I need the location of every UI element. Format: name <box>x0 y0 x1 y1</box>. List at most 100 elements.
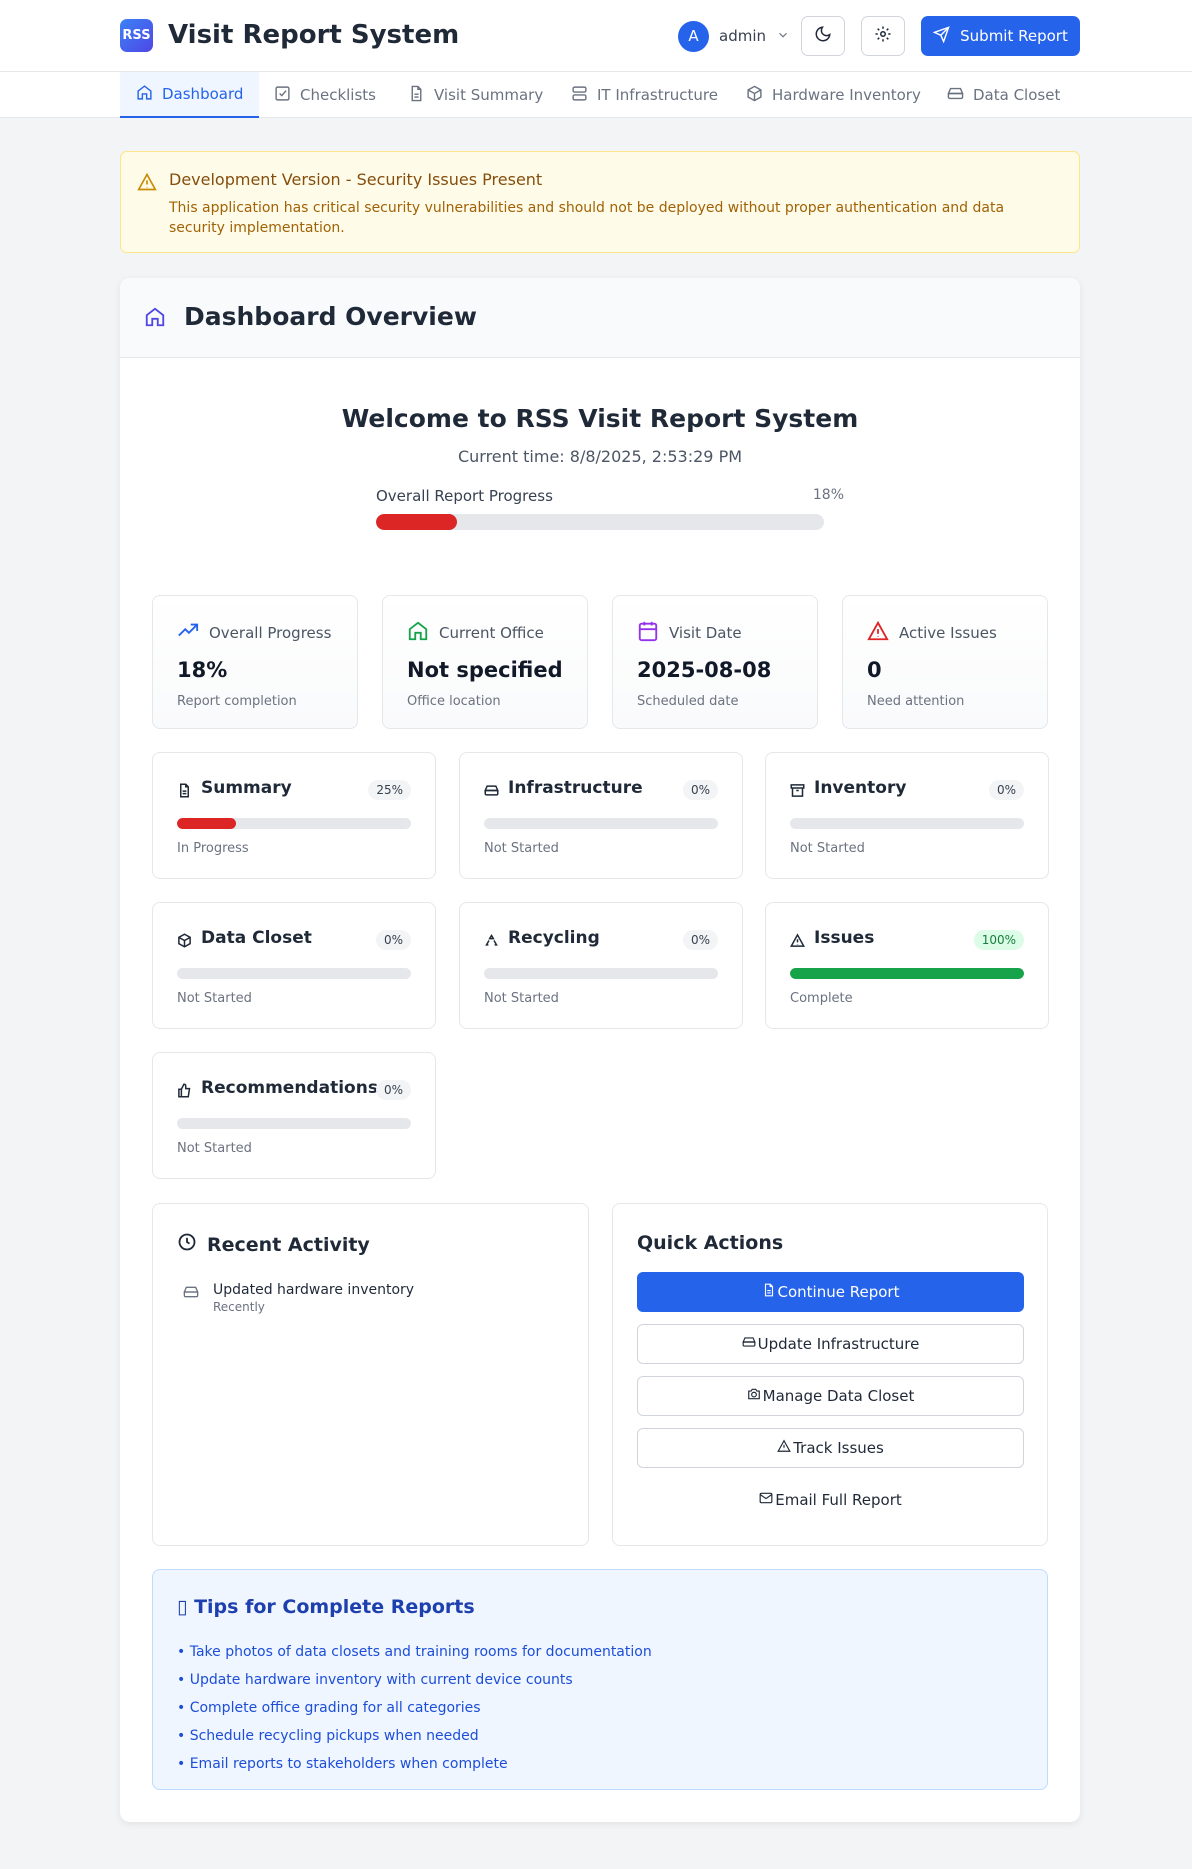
alert-triangle-icon <box>789 933 806 952</box>
page-title: Dashboard Overview <box>184 302 477 331</box>
tab-bar: Dashboard Checklists Visit Summary IT In… <box>0 72 1192 118</box>
section-percent-badge: 100% <box>973 930 1024 950</box>
thumbs-up-icon <box>177 1083 192 1102</box>
tab-data-closet[interactable]: Data Closet <box>931 72 1076 118</box>
overall-progress-percent: 18% <box>812 487 844 503</box>
tab-label: Hardware Inventory <box>772 86 921 104</box>
tab-it-infrastructure[interactable]: IT Infrastructure <box>555 72 734 118</box>
security-warning-alert: Development Version - Security Issues Pr… <box>120 151 1080 253</box>
home-icon <box>407 620 429 646</box>
stat-value: 2025-08-08 <box>637 658 772 682</box>
button-label: Continue Report <box>777 1283 900 1301</box>
section-title: Issues <box>814 928 875 948</box>
username: admin <box>719 27 766 45</box>
section-card-summary[interactable]: Summary 25% In Progress <box>152 752 436 879</box>
list-item: • Take photos of data closets and traini… <box>177 1644 652 1660</box>
stat-value: Not specified <box>407 658 563 682</box>
alert-triangle-icon <box>777 1439 792 1457</box>
document-icon <box>762 1283 776 1301</box>
tab-hardware-inventory[interactable]: Hardware Inventory <box>730 72 937 118</box>
section-title: Data Closet <box>201 928 312 948</box>
current-time: Current time: 8/8/2025, 2:53:29 PM <box>457 447 743 466</box>
recent-activity-panel: Recent Activity Updated hardware invento… <box>152 1203 589 1546</box>
manage-data-closet-button[interactable]: Manage Data Closet <box>637 1376 1024 1416</box>
tab-visit-summary[interactable]: Visit Summary <box>392 72 559 118</box>
list-item: • Complete office grading for all catego… <box>177 1700 481 1716</box>
tab-dashboard[interactable]: Dashboard <box>120 72 260 118</box>
section-title: Infrastructure <box>508 778 643 798</box>
alert-triangle-icon <box>867 620 889 646</box>
calendar-icon <box>637 620 659 646</box>
section-percent-badge: 0% <box>988 780 1024 800</box>
overall-progress-bar <box>376 514 824 530</box>
recycle-icon <box>484 933 499 952</box>
section-title: Recommendations <box>201 1078 378 1098</box>
section-card-recycling[interactable]: Recycling 0% Not Started <box>459 902 743 1029</box>
section-status: Complete <box>790 991 853 1006</box>
clock-icon <box>177 1232 197 1257</box>
home-icon <box>144 306 166 332</box>
submit-report-button[interactable]: Submit Report <box>921 16 1080 56</box>
app-title: Visit Report System <box>168 20 460 50</box>
section-card-issues[interactable]: Issues 100% Complete <box>765 902 1049 1029</box>
section-title: Summary <box>201 778 292 798</box>
gear-icon <box>874 25 892 47</box>
activity-text: Updated hardware inventory <box>213 1282 415 1298</box>
stat-label: Current Office <box>439 624 544 642</box>
tips-panel: ▯ Tips for Complete Reports • Take photo… <box>152 1569 1048 1790</box>
update-infrastructure-button[interactable]: Update Infrastructure <box>637 1324 1024 1364</box>
stat-overall-progress: Overall Progress 18% Report completion <box>152 595 358 729</box>
tab-checklists[interactable]: Checklists <box>258 72 392 118</box>
drive-icon <box>741 1335 756 1353</box>
app-logo: RSS <box>120 19 153 52</box>
section-card-infrastructure[interactable]: Infrastructure 0% Not Started <box>459 752 743 879</box>
section-progress-bar <box>790 968 1024 979</box>
section-percent-badge: 25% <box>368 780 411 800</box>
welcome-heading: Welcome to RSS Visit Report System <box>341 404 859 433</box>
moon-icon <box>814 25 832 47</box>
stat-visit-date: Visit Date 2025-08-08 Scheduled date <box>612 595 818 729</box>
drive-icon <box>484 783 499 802</box>
section-card-recommendations[interactable]: Recommendations 0% Not Started <box>152 1052 436 1179</box>
section-card-data-closet[interactable]: Data Closet 0% Not Started <box>152 902 436 1029</box>
section-card-inventory[interactable]: Inventory 0% Not Started <box>765 752 1049 879</box>
panel-title: Quick Actions <box>637 1232 784 1254</box>
tab-label: Data Closet <box>973 86 1061 104</box>
tab-label: Dashboard <box>162 85 244 103</box>
list-item: • Update hardware inventory with current… <box>177 1672 573 1688</box>
document-icon <box>408 85 425 106</box>
list-item: • Schedule recycling pickups when needed <box>177 1728 479 1744</box>
section-progress-bar <box>484 968 718 979</box>
mail-icon <box>759 1491 773 1509</box>
section-title: Inventory <box>814 778 907 798</box>
tab-label: IT Infrastructure <box>597 86 718 104</box>
section-status: Not Started <box>177 1141 252 1156</box>
stat-value: 0 <box>867 658 882 682</box>
continue-report-button[interactable]: Continue Report <box>637 1272 1024 1312</box>
section-progress-bar <box>484 818 718 829</box>
card-header: Dashboard Overview <box>120 278 1080 358</box>
section-progress-bar <box>790 818 1024 829</box>
quick-actions-panel: Quick Actions Continue Report Update Inf… <box>612 1203 1048 1546</box>
track-issues-button[interactable]: Track Issues <box>637 1428 1024 1468</box>
section-status: Not Started <box>790 841 865 856</box>
section-status: Not Started <box>484 841 559 856</box>
section-title: Recycling <box>508 928 600 948</box>
section-progress-bar <box>177 1118 411 1129</box>
email-full-report-button[interactable]: Email Full Report <box>637 1480 1024 1520</box>
app-header: RSS Visit Report System A admin Submit R… <box>0 0 1192 72</box>
package-icon <box>746 85 763 106</box>
send-icon <box>932 25 950 47</box>
settings-button[interactable] <box>861 16 905 56</box>
stat-subtext: Office location <box>407 694 501 709</box>
checkbox-icon <box>274 85 291 106</box>
stat-label: Active Issues <box>899 624 997 642</box>
user-menu[interactable]: A admin <box>678 20 790 52</box>
alert-title: Development Version - Security Issues Pr… <box>169 170 543 189</box>
stat-active-issues: Active Issues 0 Need attention <box>842 595 1048 729</box>
button-label: Email Full Report <box>775 1491 902 1509</box>
overall-progress-label: Overall Report Progress <box>376 487 553 505</box>
section-percent-badge: 0% <box>375 1080 411 1100</box>
dark-mode-toggle[interactable] <box>801 16 845 56</box>
section-progress-bar <box>177 818 411 829</box>
